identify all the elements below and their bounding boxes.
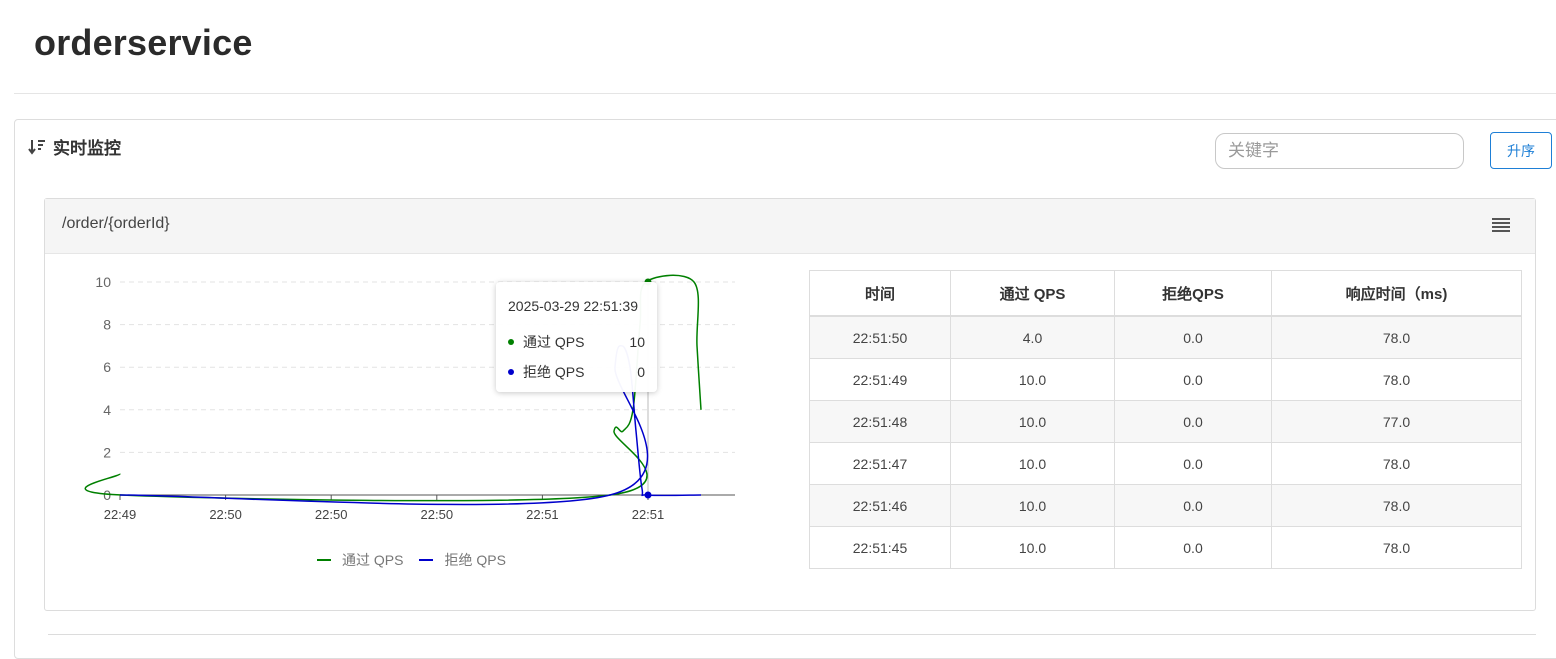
block-series-dot-icon <box>508 369 514 375</box>
cell-block-qps: 0.0 <box>1114 484 1272 527</box>
cell-time: 22:51:45 <box>809 526 951 569</box>
next-card-edge <box>48 634 1536 635</box>
legend-label: 拒绝 QPS <box>444 552 506 568</box>
table-row: 22:51:48 10.0 0.0 77.0 <box>809 400 1522 443</box>
tooltip-series-value: 0 <box>637 364 645 380</box>
menu-icon[interactable] <box>1491 216 1511 234</box>
x-tick-label: 22:50 <box>421 507 454 522</box>
table-row: 22:51:45 10.0 0.0 78.0 <box>809 526 1522 569</box>
cell-time: 22:51:50 <box>809 315 951 359</box>
tooltip-row-block: 拒绝 QPS 0 <box>508 357 645 387</box>
table-row: 22:51:50 4.0 0.0 78.0 <box>809 315 1522 359</box>
title-divider <box>14 93 1556 94</box>
tooltip-row-pass: 通过 QPS 10 <box>508 327 645 357</box>
y-tick-label: 8 <box>103 317 111 333</box>
x-tick-label: 22:51 <box>632 507 665 522</box>
cell-time: 22:51:47 <box>809 442 951 485</box>
tooltip-time: 2025-03-29 22:51:39 <box>508 298 638 314</box>
cell-time: 22:51:48 <box>809 400 951 443</box>
tooltip-series-label: 拒绝 QPS <box>523 364 585 380</box>
y-tick-label: 4 <box>103 402 111 418</box>
cell-response-time: 77.0 <box>1271 400 1522 443</box>
y-tick-label: 6 <box>103 359 111 375</box>
keyword-search-input[interactable] <box>1215 133 1464 169</box>
cell-block-qps: 0.0 <box>1114 315 1272 359</box>
column-header-pass-qps: 通过 QPS <box>950 270 1115 317</box>
table-row: 22:51:47 10.0 0.0 78.0 <box>809 442 1522 485</box>
table-row: 22:51:46 10.0 0.0 78.0 <box>809 484 1522 527</box>
cell-pass-qps: 10.0 <box>950 526 1115 569</box>
cell-pass-qps: 10.0 <box>950 484 1115 527</box>
column-header-response-time: 响应时间（ms) <box>1271 270 1522 317</box>
cell-response-time: 78.0 <box>1271 442 1522 485</box>
page-title: orderservice <box>34 22 253 63</box>
cell-pass-qps: 10.0 <box>950 358 1115 401</box>
legend-swatch <box>317 559 331 561</box>
cell-pass-qps: 10.0 <box>950 400 1115 443</box>
panel-title: 实时监控 <box>53 139 121 158</box>
cell-block-qps: 0.0 <box>1114 526 1272 569</box>
resource-card-header <box>45 199 1535 254</box>
x-tick-label: 22:50 <box>315 507 348 522</box>
legend-item-block-qps[interactable]: 拒绝 QPS <box>419 550 506 570</box>
chart-tooltip: 2025-03-29 22:51:39 通过 QPS 10 拒绝 QPS 0 <box>496 282 657 392</box>
resource-name: /order/{orderId} <box>62 215 170 232</box>
block-qps-hover-point <box>644 491 652 499</box>
tooltip-series-label: 通过 QPS <box>523 334 585 350</box>
legend-item-pass-qps[interactable]: 通过 QPS <box>317 550 403 570</box>
cell-block-qps: 0.0 <box>1114 442 1272 485</box>
y-tick-label: 10 <box>95 274 111 290</box>
cell-pass-qps: 10.0 <box>950 442 1115 485</box>
tooltip-series-value: 10 <box>629 334 645 350</box>
legend-label: 通过 QPS <box>342 552 404 568</box>
cell-response-time: 78.0 <box>1271 526 1522 569</box>
column-header-block-qps: 拒绝QPS <box>1114 270 1272 317</box>
table-header-row: 时间 通过 QPS 拒绝QPS 响应时间（ms) <box>809 270 1522 317</box>
cell-response-time: 78.0 <box>1271 484 1522 527</box>
x-tick-label: 22:50 <box>209 507 242 522</box>
cell-response-time: 78.0 <box>1271 315 1522 359</box>
cell-time: 22:51:46 <box>809 484 951 527</box>
sort-ascending-button[interactable]: 升序 <box>1490 132 1552 169</box>
legend-swatch <box>419 559 434 561</box>
cell-response-time: 78.0 <box>1271 358 1522 401</box>
panel-header: 实时监控 <box>28 134 121 159</box>
column-header-time: 时间 <box>809 270 951 317</box>
cell-time: 22:51:49 <box>809 358 951 401</box>
x-tick-label: 22:51 <box>526 507 559 522</box>
cell-block-qps: 0.0 <box>1114 400 1272 443</box>
pass-series-dot-icon <box>508 339 514 345</box>
cell-block-qps: 0.0 <box>1114 358 1272 401</box>
qps-table: 时间 通过 QPS 拒绝QPS 响应时间（ms) 22:51:50 4.0 0.… <box>809 270 1522 569</box>
cell-pass-qps: 4.0 <box>950 315 1115 359</box>
y-tick-label: 2 <box>103 444 111 460</box>
chart-legend: 通过 QPS 拒绝 QPS <box>317 550 522 570</box>
table-row: 22:51:49 10.0 0.0 78.0 <box>809 358 1522 401</box>
sort-desc-icon <box>28 139 45 155</box>
x-tick-label: 22:49 <box>104 507 137 522</box>
